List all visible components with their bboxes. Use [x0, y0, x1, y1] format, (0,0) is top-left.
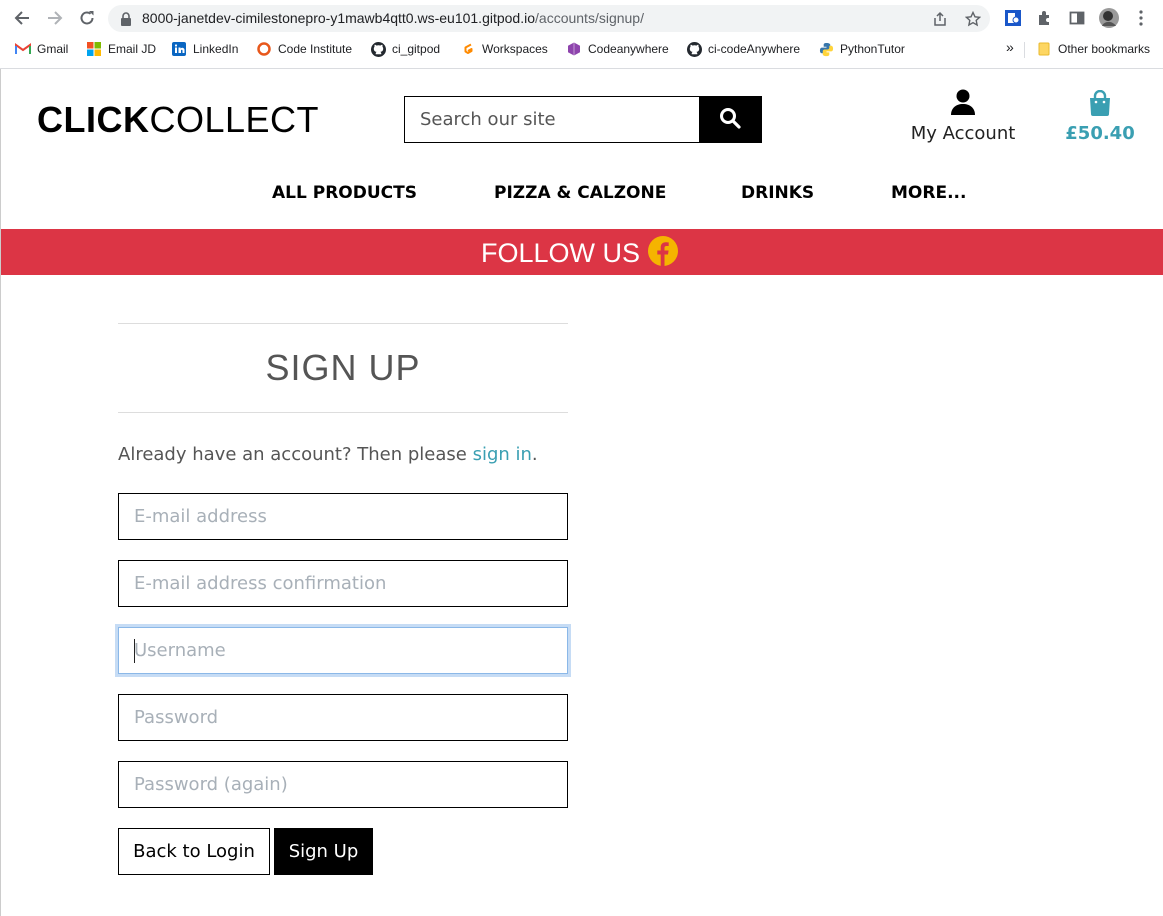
- side-panel-icon[interactable]: [1067, 8, 1087, 28]
- puzzle-icon[interactable]: [1035, 8, 1055, 28]
- bookmarks-divider: [1024, 42, 1025, 58]
- site-logo[interactable]: CLICKCOLLECT: [37, 99, 319, 141]
- lock-icon: [120, 11, 132, 30]
- code-institute-icon: [256, 41, 272, 57]
- folder-icon: [1036, 41, 1052, 57]
- url-text: 8000-janetdev-cimilestonepro-y1mawb4qtt0…: [142, 10, 644, 26]
- search-button[interactable]: [699, 97, 761, 142]
- star-icon[interactable]: [964, 10, 982, 28]
- python-icon: [818, 41, 834, 57]
- codeanywhere-icon: [566, 41, 582, 57]
- email-confirm-field: [118, 560, 568, 607]
- my-account-link[interactable]: My Account: [906, 89, 1020, 149]
- back-arrow-icon[interactable]: [11, 7, 33, 29]
- extension-icon[interactable]: [1003, 8, 1023, 28]
- search-input[interactable]: [405, 97, 701, 142]
- gmail-icon: [15, 41, 31, 57]
- follow-us-text: FOLLOW US: [481, 237, 641, 268]
- email-field: [118, 493, 568, 540]
- bookmark-ci-codeanywhere[interactable]: ci-codeAnywhere: [686, 41, 800, 57]
- microsoft-icon: [86, 41, 102, 57]
- kebab-menu-icon[interactable]: [1131, 8, 1151, 28]
- site-search: [404, 96, 762, 143]
- bookmark-pythontutor[interactable]: PythonTutor: [818, 41, 905, 57]
- password-again-field: [118, 761, 568, 808]
- back-to-login-button[interactable]: Back to Login: [118, 828, 270, 875]
- bookmarks-bar: Gmail Email JD LinkedIn Code Institute c…: [0, 38, 1163, 62]
- github-icon: [686, 41, 702, 57]
- page-title: SIGN UP: [265, 347, 421, 388]
- bookmark-code-institute[interactable]: Code Institute: [256, 41, 352, 57]
- nav-drinks[interactable]: DRINKS: [741, 183, 814, 203]
- signup-form: SIGN UP Already have an account? Then pl…: [118, 323, 568, 875]
- forward-arrow-icon[interactable]: [44, 7, 66, 29]
- shopping-bag-icon: [1089, 89, 1111, 120]
- address-bar[interactable]: 8000-janetdev-cimilestonepro-y1mawb4qtt0…: [108, 5, 990, 32]
- reload-icon[interactable]: [76, 7, 98, 29]
- password-again-input[interactable]: [119, 762, 567, 807]
- password-input[interactable]: [119, 695, 567, 740]
- sign-up-button[interactable]: Sign Up: [274, 828, 373, 875]
- nav-pizza-calzone[interactable]: PIZZA & CALZONE: [494, 183, 666, 203]
- browser-chrome: 8000-janetdev-cimilestonepro-y1mawb4qtt0…: [0, 0, 1163, 69]
- email-input[interactable]: [119, 494, 567, 539]
- web-page: CLICKCOLLECT My Account £50.40 ALL PRODU…: [0, 69, 1163, 916]
- text-caret: [134, 639, 135, 663]
- divider-bottom: [118, 412, 568, 413]
- main-nav: ALL PRODUCTS PIZZA & CALZONE DRINKS MORE…: [1, 183, 1163, 207]
- email-confirm-input[interactable]: [119, 561, 567, 606]
- shopping-bag-link[interactable]: £50.40: [1063, 89, 1137, 149]
- username-input[interactable]: [119, 628, 567, 673]
- bookmark-linkedin[interactable]: LinkedIn: [171, 41, 238, 57]
- bookmark-gmail[interactable]: Gmail: [15, 41, 68, 57]
- my-account-label: My Account: [910, 123, 1016, 144]
- browser-toolbar: 8000-janetdev-cimilestonepro-y1mawb4qtt0…: [0, 0, 1163, 36]
- bookmark-workspaces[interactable]: Workspaces: [460, 41, 548, 57]
- nav-all-products[interactable]: ALL PRODUCTS: [272, 183, 417, 203]
- bookmark-ci-gitpod[interactable]: ci_gitpod: [370, 41, 440, 57]
- facebook-icon: [648, 236, 679, 270]
- user-icon: [951, 89, 975, 119]
- search-icon: [719, 107, 741, 133]
- profile-avatar[interactable]: [1099, 8, 1119, 28]
- follow-us-banner: FOLLOW US: [1, 229, 1163, 275]
- username-field: [118, 627, 568, 674]
- bookmark-other-bookmarks[interactable]: Other bookmarks: [1036, 41, 1150, 57]
- bookmark-email-jd[interactable]: Email JD: [86, 41, 156, 57]
- already-have-account-text: Already have an account? Then please sig…: [118, 444, 538, 465]
- share-icon[interactable]: [931, 10, 949, 28]
- github-icon: [370, 41, 386, 57]
- nav-more[interactable]: MORE...: [891, 183, 966, 203]
- sign-in-link[interactable]: sign in: [473, 444, 532, 465]
- gitpod-icon: [460, 41, 476, 57]
- follow-us-link[interactable]: FOLLOW US: [481, 236, 679, 270]
- basket-total: £50.40: [1065, 123, 1135, 144]
- linkedin-icon: [171, 41, 187, 57]
- bookmarks-overflow-button[interactable]: »: [1006, 39, 1014, 55]
- bookmark-codeanywhere[interactable]: Codeanywhere: [566, 41, 669, 57]
- password-field: [118, 694, 568, 741]
